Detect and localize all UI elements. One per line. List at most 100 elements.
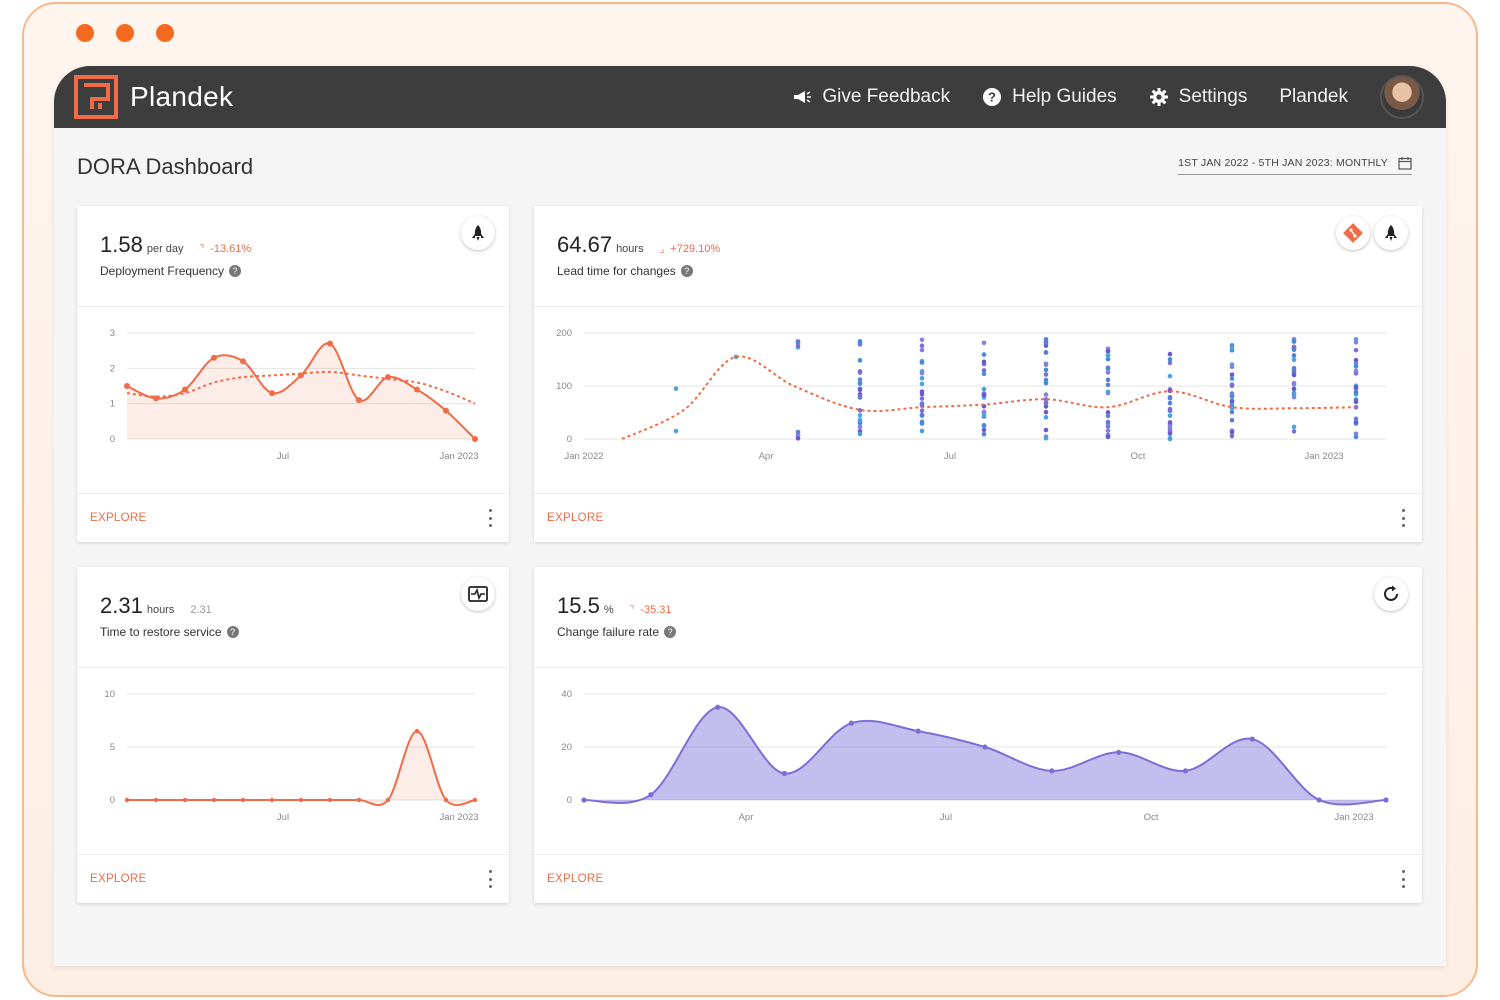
data-point [1105, 434, 1111, 440]
metric: 1.58 per day ⌝ -13.61% [100, 232, 251, 258]
data-point [1353, 416, 1359, 422]
lead-time-card: 64.67 hours ⌟ +729.10% Lead time for cha… [534, 206, 1422, 542]
trend-down-icon: ⌝ [629, 605, 635, 616]
metric-change: ⌟ +729.10% [660, 243, 721, 255]
x-tick-label: Jul [944, 451, 956, 462]
x-tick-label: Jan 2023 [439, 812, 478, 823]
trend-down-icon: ⌝ [199, 244, 205, 255]
data-point [1291, 365, 1297, 371]
user-menu[interactable]: Plandek [1279, 86, 1348, 108]
date-range-picker[interactable]: 1ST JAN 2022 - 5TH JAN 2023: MONTHLY [1178, 156, 1412, 175]
data-point [1229, 345, 1235, 351]
y-tick-label: 20 [561, 742, 572, 753]
user-name: Plandek [1279, 86, 1348, 107]
y-tick-label: 0 [567, 795, 572, 806]
rocket-icon[interactable] [461, 216, 495, 250]
data-point [327, 797, 333, 803]
data-point [1229, 398, 1235, 404]
change-failure-rate-card: 15.5 % ⌝ -35.31 Change failure rate ? 0 … [534, 567, 1422, 903]
x-tick-label: Jan 2023 [1304, 451, 1343, 462]
metric-label-text: Lead time for changes [557, 264, 676, 278]
data-point [981, 359, 987, 365]
metric-label: Change failure rate ? [557, 625, 677, 639]
time-to-restore-card: 2.31 hours 2.31 Time to restore service … [77, 567, 509, 903]
data-point [1043, 400, 1049, 406]
data-point [1167, 420, 1173, 425]
help-icon[interactable]: ? [229, 265, 242, 277]
help-guides-link[interactable]: ? Help Guides [982, 86, 1117, 108]
x-tick-label: Apr [739, 812, 754, 823]
card-footer: EXPLORE [77, 854, 509, 903]
settings-link[interactable]: Settings [1149, 86, 1247, 108]
data-point [982, 744, 988, 750]
more-options-icon[interactable] [1398, 509, 1408, 527]
chart-svg: 0 1 2 3 Jul Jan 2023 [110, 328, 479, 462]
refresh-icon[interactable] [1374, 577, 1408, 611]
data-point [153, 797, 159, 803]
metric-label-text: Change failure rate [557, 625, 660, 639]
data-point [1167, 425, 1173, 431]
card-footer: EXPLORE [534, 854, 1422, 903]
data-point [211, 354, 217, 361]
x-tick-label: Apr [759, 451, 774, 462]
y-tick-label: 3 [110, 328, 115, 339]
data-point [981, 431, 987, 437]
deployment-frequency-chart: 0 1 2 3 Jul Jan 2023 [77, 307, 509, 493]
metric-change: ⌝ -35.31 [630, 604, 672, 616]
data-point [414, 386, 420, 393]
git-icon[interactable] [1336, 216, 1370, 250]
data-point [1291, 353, 1297, 358]
help-icon[interactable]: ? [664, 626, 677, 638]
metric-value: 1.58 [100, 232, 143, 257]
data-point [1105, 382, 1111, 388]
data-point [919, 381, 925, 387]
data-point [715, 704, 721, 710]
window-dot-maximize[interactable] [156, 24, 174, 42]
data-point [1291, 344, 1297, 350]
metric: 64.67 hours ⌟ +729.10% [557, 232, 720, 258]
data-point [857, 358, 863, 363]
data-point [1316, 797, 1322, 803]
logo[interactable]: Plandek [74, 75, 233, 119]
metric-change-value: 2.31 [190, 604, 212, 616]
metric: 15.5 % ⌝ -35.31 [557, 593, 672, 619]
data-point [269, 390, 275, 397]
data-point [1353, 347, 1359, 353]
data-point [919, 408, 925, 414]
explore-link[interactable]: EXPLORE [90, 512, 146, 524]
window-dot-close[interactable] [76, 24, 94, 42]
data-point [919, 337, 925, 343]
x-tick-label: Jan 2023 [1334, 812, 1373, 823]
more-options-icon[interactable] [485, 870, 495, 888]
data-point [1043, 392, 1049, 397]
incident-icon[interactable] [461, 577, 495, 611]
give-feedback-link[interactable]: Give Feedback [792, 86, 950, 108]
user-avatar[interactable] [1380, 75, 1424, 119]
help-icon[interactable]: ? [226, 626, 239, 638]
window-dot-minimize[interactable] [116, 24, 134, 42]
metric-value: 2.31 [100, 593, 143, 618]
data-point [1043, 377, 1049, 383]
help-icon[interactable]: ? [680, 265, 693, 277]
y-tick-label: 5 [110, 742, 115, 753]
data-point [673, 428, 679, 434]
metric-value: 15.5 [557, 593, 600, 618]
data-point [857, 424, 863, 430]
data-point [919, 401, 925, 407]
explore-link[interactable]: EXPLORE [90, 873, 146, 885]
y-tick-label: 0 [110, 434, 115, 445]
explore-link[interactable]: EXPLORE [547, 512, 603, 524]
more-options-icon[interactable] [1398, 870, 1408, 888]
data-point [981, 386, 987, 392]
more-options-icon[interactable] [485, 509, 495, 527]
card-icons [1336, 216, 1408, 250]
rocket-icon[interactable] [1374, 216, 1408, 250]
data-point [857, 413, 863, 418]
data-point [1105, 377, 1111, 383]
data-point [1105, 428, 1111, 434]
data-point [919, 412, 925, 418]
data-point [857, 340, 863, 346]
explore-link[interactable]: EXPLORE [547, 873, 603, 885]
metric-change: ⌝ -13.61% [200, 243, 252, 255]
data-point [1116, 749, 1122, 755]
